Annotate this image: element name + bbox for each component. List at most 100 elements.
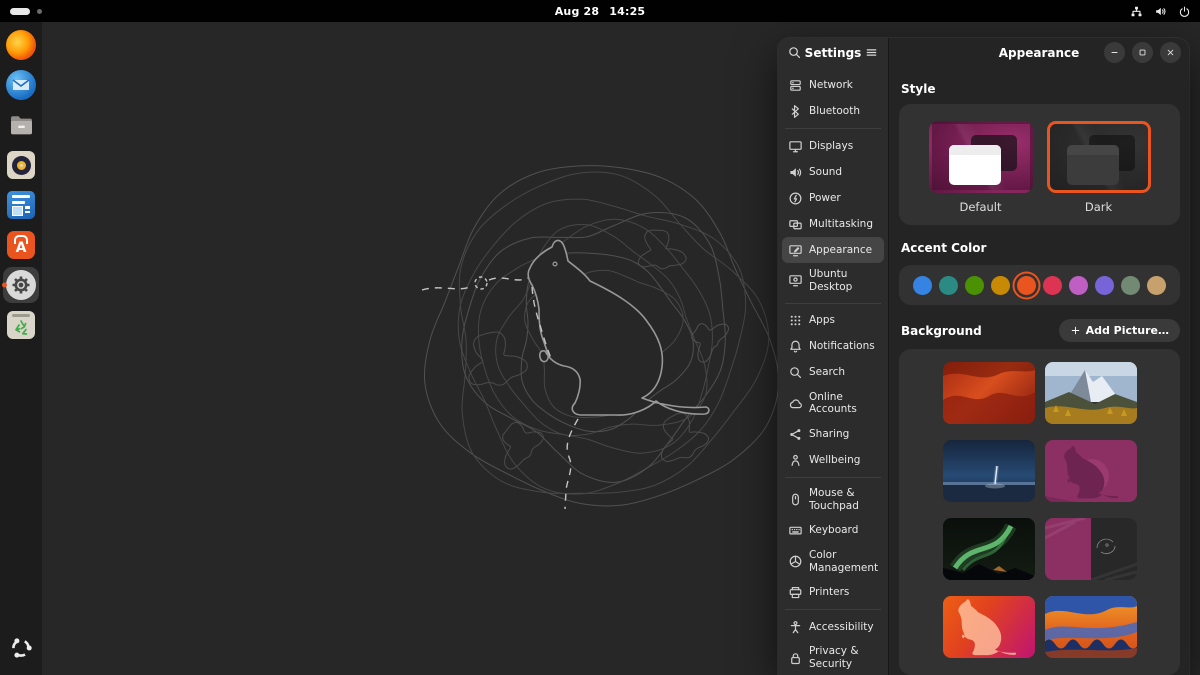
sidebar-item-printers[interactable]: Printers: [782, 579, 884, 605]
sidebar-item-appearance[interactable]: Appearance: [782, 237, 884, 263]
accent-swatch-red[interactable]: [1043, 276, 1062, 295]
accent-swatch-orange[interactable]: [1017, 276, 1036, 295]
sidebar-item-ubuntu-desktop[interactable]: Ubuntu Desktop: [782, 263, 884, 299]
sidebar-item-notifications[interactable]: Notifications: [782, 334, 884, 360]
search-button[interactable]: [787, 45, 802, 60]
sidebar-item-color-management[interactable]: Color Management: [782, 544, 884, 580]
wallpaper-thumbnail-camels[interactable]: [1045, 596, 1137, 658]
sidebar-item-multitasking[interactable]: Multitasking: [782, 211, 884, 237]
show-apps-button[interactable]: [0, 627, 42, 669]
dock-item-libreoffice-writer[interactable]: [0, 185, 42, 225]
dock: A: [0, 22, 42, 675]
sidebar-item-keyboard[interactable]: Keyboard: [782, 518, 884, 544]
network-status-icon[interactable]: [1130, 5, 1143, 18]
sidebar-item-privacy[interactable]: Privacy & Security: [782, 640, 884, 675]
sidebar-item-displays[interactable]: Displays: [782, 133, 884, 159]
ubuntu-icon: [788, 273, 803, 288]
keyboard-icon: [788, 523, 803, 538]
volume-status-icon[interactable]: [1154, 5, 1167, 18]
sidebar-item-label: Color Management: [809, 549, 882, 575]
sidebar-item-sharing[interactable]: Sharing: [782, 421, 884, 447]
dock-item-app-center[interactable]: A: [0, 225, 42, 265]
clock-time: 14:25: [609, 5, 645, 18]
sidebar-item-label: Printers: [809, 586, 849, 599]
power-status-icon[interactable]: [1178, 5, 1191, 18]
dock-item-rhythmbox[interactable]: [0, 145, 42, 185]
wallpaper-thumbnail-quokka-gradient[interactable]: [943, 596, 1035, 658]
firefox-icon: [6, 30, 36, 60]
accent-swatch-magenta[interactable]: [1069, 276, 1088, 295]
accent-swatch-teal[interactable]: [939, 276, 958, 295]
dock-item-files[interactable]: [0, 105, 42, 145]
sidebar-item-sound[interactable]: Sound: [782, 159, 884, 185]
search-icon: [788, 365, 803, 380]
sidebar-item-mouse-touchpad[interactable]: Mouse & Touchpad: [782, 482, 884, 518]
sidebar-item-online-accounts[interactable]: Online Accounts: [782, 386, 884, 422]
dock-item-thunderbird[interactable]: [0, 65, 42, 105]
privacy-icon: [788, 651, 803, 666]
sidebar-item-label: Search: [809, 366, 845, 379]
style-option-dark[interactable]: Dark: [1047, 121, 1151, 214]
accent-swatch-green[interactable]: [965, 276, 984, 295]
dock-item-settings[interactable]: [0, 265, 42, 305]
sidebar-item-search[interactable]: Search: [782, 360, 884, 386]
accent-color-card: [899, 265, 1180, 305]
workspace-active-pill[interactable]: [10, 8, 30, 15]
accent-swatch-purple[interactable]: [1095, 276, 1114, 295]
sidebar-item-label: Keyboard: [809, 524, 858, 537]
sidebar-item-label: Online Accounts: [809, 391, 882, 417]
trash-icon: [7, 311, 35, 339]
wallpaper-thumbnail-aurora[interactable]: [943, 518, 1035, 580]
sidebar-divider: [785, 609, 881, 610]
sidebar-item-wellbeing[interactable]: Wellbeing: [782, 447, 884, 473]
window-controls: [1104, 42, 1181, 63]
sidebar-item-accessibility[interactable]: Accessibility: [782, 614, 884, 640]
accent-swatch-bark[interactable]: [1147, 276, 1166, 295]
rhythmbox-icon: [7, 151, 35, 179]
wallpaper-thumbnail-matterhorn[interactable]: [1045, 362, 1137, 424]
add-picture-button[interactable]: Add Picture…: [1059, 319, 1180, 342]
settings-main-pane: Appearance Style DefaultDark Accent Colo…: [889, 38, 1189, 675]
desktop-wallpaper-art: [420, 157, 780, 517]
clock-date: Aug 28: [555, 5, 600, 18]
sidebar-item-bluetooth[interactable]: Bluetooth: [782, 98, 884, 124]
wallpaper-thumbnail-fuego[interactable]: [943, 362, 1035, 424]
sidebar-item-network[interactable]: Network: [782, 72, 884, 98]
sidebar-item-label: Appearance: [809, 244, 872, 257]
workspace-indicator[interactable]: [10, 8, 42, 15]
wallpaper-thumbnail-numbat-magenta[interactable]: [1045, 440, 1137, 502]
accent-swatch-yellow[interactable]: [991, 276, 1010, 295]
background-header-row: Background Add Picture…: [899, 319, 1180, 342]
wallpaper-thumbnail-numbat-sketch[interactable]: [1045, 518, 1137, 580]
app-center-icon: A: [7, 231, 35, 259]
sidebar-item-power[interactable]: Power: [782, 185, 884, 211]
wallpaper-thumbnail-storm[interactable]: [943, 440, 1035, 502]
main-headerbar: Appearance: [889, 38, 1189, 67]
sidebar-item-label: Ubuntu Desktop: [809, 268, 882, 294]
sidebar-item-label: Privacy & Security: [809, 645, 882, 671]
sidebar-item-label: Multitasking: [809, 218, 873, 231]
dock-item-firefox[interactable]: [0, 25, 42, 65]
sidebar-divider: [785, 303, 881, 304]
close-button[interactable]: [1160, 42, 1181, 63]
accent-swatch-blue[interactable]: [913, 276, 932, 295]
accent-color-heading: Accent Color: [901, 241, 1180, 255]
sound-icon: [788, 165, 803, 180]
clock[interactable]: Aug 28 14:25: [555, 5, 646, 18]
system-status-area[interactable]: [1130, 5, 1191, 18]
appearance-icon: [788, 243, 803, 258]
accent-swatch-sage[interactable]: [1121, 276, 1140, 295]
maximize-button[interactable]: [1132, 42, 1153, 63]
thunderbird-icon: [6, 70, 36, 100]
style-card: Default Dark: [899, 104, 1180, 225]
style-option-label: Dark: [1085, 200, 1112, 214]
dock-item-trash[interactable]: [0, 305, 42, 345]
style-option-default[interactable]: Default: [929, 121, 1033, 214]
apps-icon: [788, 313, 803, 328]
workspace-dot[interactable]: [37, 9, 42, 14]
minimize-button[interactable]: [1104, 42, 1125, 63]
plus-icon: [1070, 325, 1081, 336]
share-icon: [788, 427, 803, 442]
sidebar-item-apps[interactable]: Apps: [782, 308, 884, 334]
main-menu-button[interactable]: [864, 45, 879, 60]
